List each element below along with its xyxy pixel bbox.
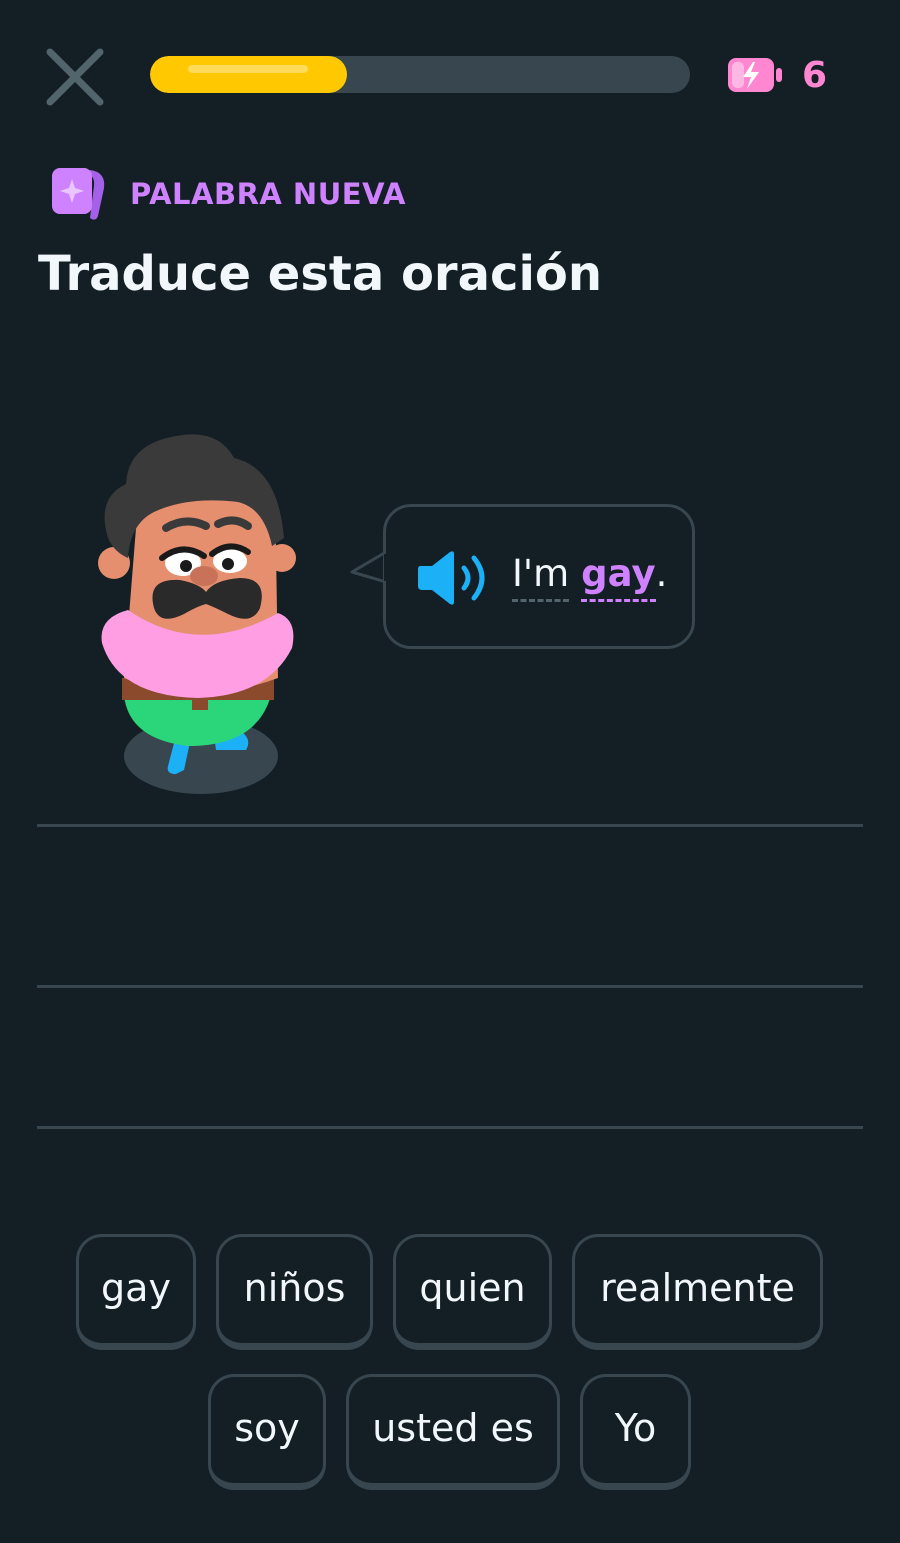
battery-energy-icon: [728, 58, 782, 92]
prompt-punctuation: .: [655, 552, 668, 595]
word-chip-quien[interactable]: quien: [393, 1234, 552, 1350]
energy-indicator[interactable]: 6: [726, 52, 846, 98]
exercise-title: Traduce esta oración: [38, 246, 603, 302]
word-chip-soy[interactable]: soy: [208, 1374, 326, 1490]
speaker-icon: [418, 551, 485, 605]
prompt-sentence: I'm gay.: [512, 552, 667, 602]
answer-line-1[interactable]: [37, 824, 863, 827]
prompt-word-new[interactable]: gay: [581, 552, 656, 602]
mustache-man-character-icon: [98, 434, 296, 794]
lesson-progress-bar: [150, 56, 690, 93]
answer-line-3[interactable]: [37, 1126, 863, 1129]
speech-bubble-tail-cover: [384, 554, 404, 581]
badge-label: PALABRA NUEVA: [130, 177, 406, 211]
word-chip-ninos[interactable]: niños: [216, 1234, 373, 1350]
lesson-screen: 6 PALABRA NUEVA Traduce esta oración I'm…: [0, 0, 900, 1543]
play-audio-button[interactable]: [416, 548, 494, 608]
progress-shine: [188, 65, 308, 73]
word-chip-gay[interactable]: gay: [76, 1234, 196, 1350]
energy-count: 6: [802, 54, 828, 96]
word-chip-usted-es[interactable]: usted es: [346, 1374, 560, 1490]
close-icon: [46, 48, 104, 106]
word-chip-realmente[interactable]: realmente: [572, 1234, 823, 1350]
word-chip-yo[interactable]: Yo: [580, 1374, 691, 1490]
prompt-word-hint[interactable]: I'm: [512, 552, 570, 602]
close-button[interactable]: [40, 42, 110, 112]
answer-line-2[interactable]: [37, 985, 863, 988]
new-word-card-icon: [52, 168, 105, 220]
character-avatar: [88, 428, 298, 800]
new-word-badge: PALABRA NUEVA: [50, 166, 406, 222]
progress-fill: [150, 56, 347, 93]
